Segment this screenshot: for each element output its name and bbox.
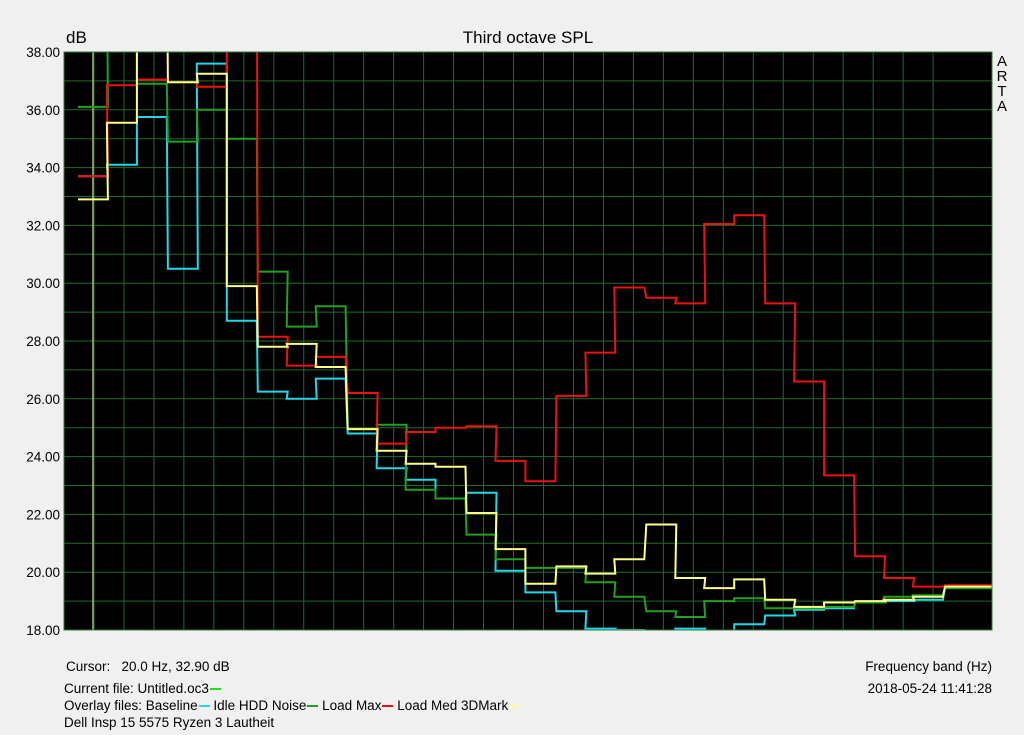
description: Dell Insp 15 5575 Ryzen 3 Lautheit <box>64 715 275 730</box>
current-file: Current file: Untitled.oc3 <box>64 681 221 696</box>
overlay-swatch-baseline <box>198 705 210 708</box>
cursor-label: Cursor: <box>66 659 111 674</box>
x-tick-label: 32 <box>146 639 161 640</box>
y-tick-label: 38.00 <box>26 45 60 60</box>
overlay-files: Overlay files: Baseline Idle HDD Noise L… <box>64 698 521 713</box>
overlay-file-load-med: Load Med 3DMark <box>397 698 509 713</box>
overlay-swatch-idle <box>307 705 319 708</box>
overlay-label: Overlay files: <box>64 698 143 713</box>
y-axis-label: dB <box>66 28 87 47</box>
timestamp: 2018-05-24 11:41:28 <box>867 681 992 696</box>
y-tick-label: 24.00 <box>26 450 60 465</box>
y-tick-label: 20.00 <box>26 565 60 580</box>
x-tick-label: 4k <box>776 639 791 640</box>
cursor-readout: Cursor: 20.0 Hz, 32.90 dB <box>66 659 230 674</box>
y-tick-label: 18.00 <box>26 623 60 638</box>
overlay-swatch-load-med <box>509 705 521 708</box>
x-tick-label: 500 <box>502 639 525 640</box>
spl-chart: 18.00 20.00 22.00 24.00 26.00 28.00 30.00 32.00… <box>26 28 1008 640</box>
x-tick-label: 8k <box>866 639 881 640</box>
x-tick-labels: 16 32 63 125 250 500 1k 2k 4k 8k 16k <box>56 639 974 640</box>
x-tick-label: 63 <box>236 639 251 640</box>
y-tick-label: 36.00 <box>26 103 60 118</box>
x-tick-label: 16 <box>56 639 71 640</box>
chart-title: Third octave SPL <box>463 28 593 47</box>
y-tick-label: 28.00 <box>26 334 60 349</box>
x-tick-label: 125 <box>322 639 345 640</box>
y-tick-label: 30.00 <box>26 276 60 291</box>
y-tick-label: 32.00 <box>26 218 60 233</box>
arta-letter: A <box>997 98 1007 115</box>
overlay-file-idle: Idle HDD Noise <box>213 698 307 713</box>
y-tick-label: 34.00 <box>26 161 60 176</box>
cursor-value: 20.0 Hz, 32.90 dB <box>121 659 230 674</box>
x-tick-label: 2k <box>686 639 701 640</box>
overlay-swatch-load-max <box>382 705 394 708</box>
current-file-label: Current file: <box>64 681 134 696</box>
overlay-file-load-max: Load Max <box>322 698 382 713</box>
grid <box>64 52 992 630</box>
x-tick-label: 1k <box>596 639 611 640</box>
y-tick-labels: 18.00 20.00 22.00 24.00 26.00 28.00 30.00 32.00… <box>26 45 60 638</box>
x-axis-label: Frequency band (Hz) <box>865 659 992 674</box>
y-tick-label: 22.00 <box>26 507 60 522</box>
arta-label: ARTA <box>997 53 1008 115</box>
y-tick-label: 26.00 <box>26 392 60 407</box>
x-tick-label: 250 <box>412 639 435 640</box>
overlay-file-baseline: Baseline <box>145 698 198 713</box>
current-file-swatch <box>209 688 221 691</box>
x-tick-label: 16k <box>952 639 974 640</box>
current-file-name: Untitled.oc3 <box>137 681 209 696</box>
